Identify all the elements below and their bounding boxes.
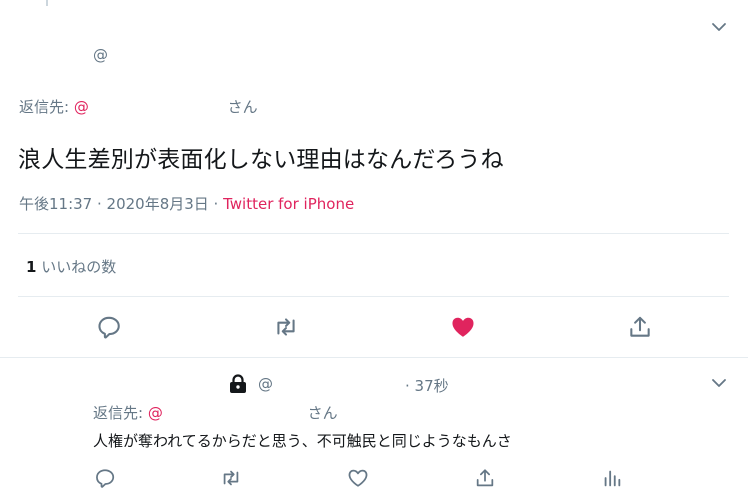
reply-tweet-text: 人権が奪われてるからだと思う、不可触民と同じようなもんさ <box>93 432 512 450</box>
replying-to-suffix: さん <box>307 404 338 422</box>
retweet-button[interactable] <box>273 314 299 340</box>
reply-button[interactable] <box>96 314 122 340</box>
reply-button[interactable] <box>94 467 116 489</box>
heart-outline-icon <box>348 469 368 487</box>
replying-to-user-link[interactable]: @ <box>74 98 89 116</box>
tweet-meta: 午後11:37 · 2020年8月3日 · Twitter for iPhone <box>19 193 354 214</box>
reply-icon <box>98 316 120 339</box>
likes-count-link[interactable]: 1 いいねの数 <box>26 256 116 277</box>
analytics-button[interactable] <box>601 467 623 489</box>
main-tweet-text: 浪人生差別が表面化しない理由はなんだろうね <box>18 147 504 173</box>
replying-to-suffix: さん <box>227 98 258 116</box>
replying-to-label: 返信先: <box>19 98 70 116</box>
chevron-down-icon[interactable] <box>709 17 729 37</box>
likes-label: いいねの数 <box>41 258 117 276</box>
like-button[interactable] <box>347 467 369 489</box>
tweet-timestamp[interactable]: 午後11:37 · 2020年8月3日 · <box>19 195 223 213</box>
reply-time[interactable]: · 37秒 <box>405 375 449 396</box>
retweet-icon <box>223 470 239 486</box>
retweet-button[interactable] <box>220 467 242 489</box>
lock-icon <box>228 374 248 394</box>
replying-to-user-link[interactable]: @ <box>148 404 163 422</box>
share-button[interactable] <box>627 314 653 340</box>
share-icon <box>630 316 650 337</box>
reply-replying-to: 返信先: @ さん <box>93 402 338 423</box>
like-button[interactable] <box>450 314 476 340</box>
divider <box>18 296 729 297</box>
divider <box>18 233 729 234</box>
retweet-icon <box>277 318 295 336</box>
replying-to-label: 返信先: <box>93 404 144 422</box>
reply-username[interactable]: @ <box>258 375 273 393</box>
divider <box>0 357 748 358</box>
analytics-icon <box>604 470 621 487</box>
tweet-source-link[interactable]: Twitter for iPhone <box>223 195 354 213</box>
heart-filled-icon <box>452 317 474 337</box>
chevron-down-icon[interactable] <box>709 373 729 393</box>
reply-icon <box>96 469 115 488</box>
share-icon <box>476 469 494 487</box>
share-button[interactable] <box>474 467 496 489</box>
main-replying-to: 返信先: @ さん <box>19 96 258 117</box>
thread-line <box>46 0 48 6</box>
likes-count: 1 <box>26 258 37 276</box>
main-username[interactable]: @ <box>93 46 108 64</box>
